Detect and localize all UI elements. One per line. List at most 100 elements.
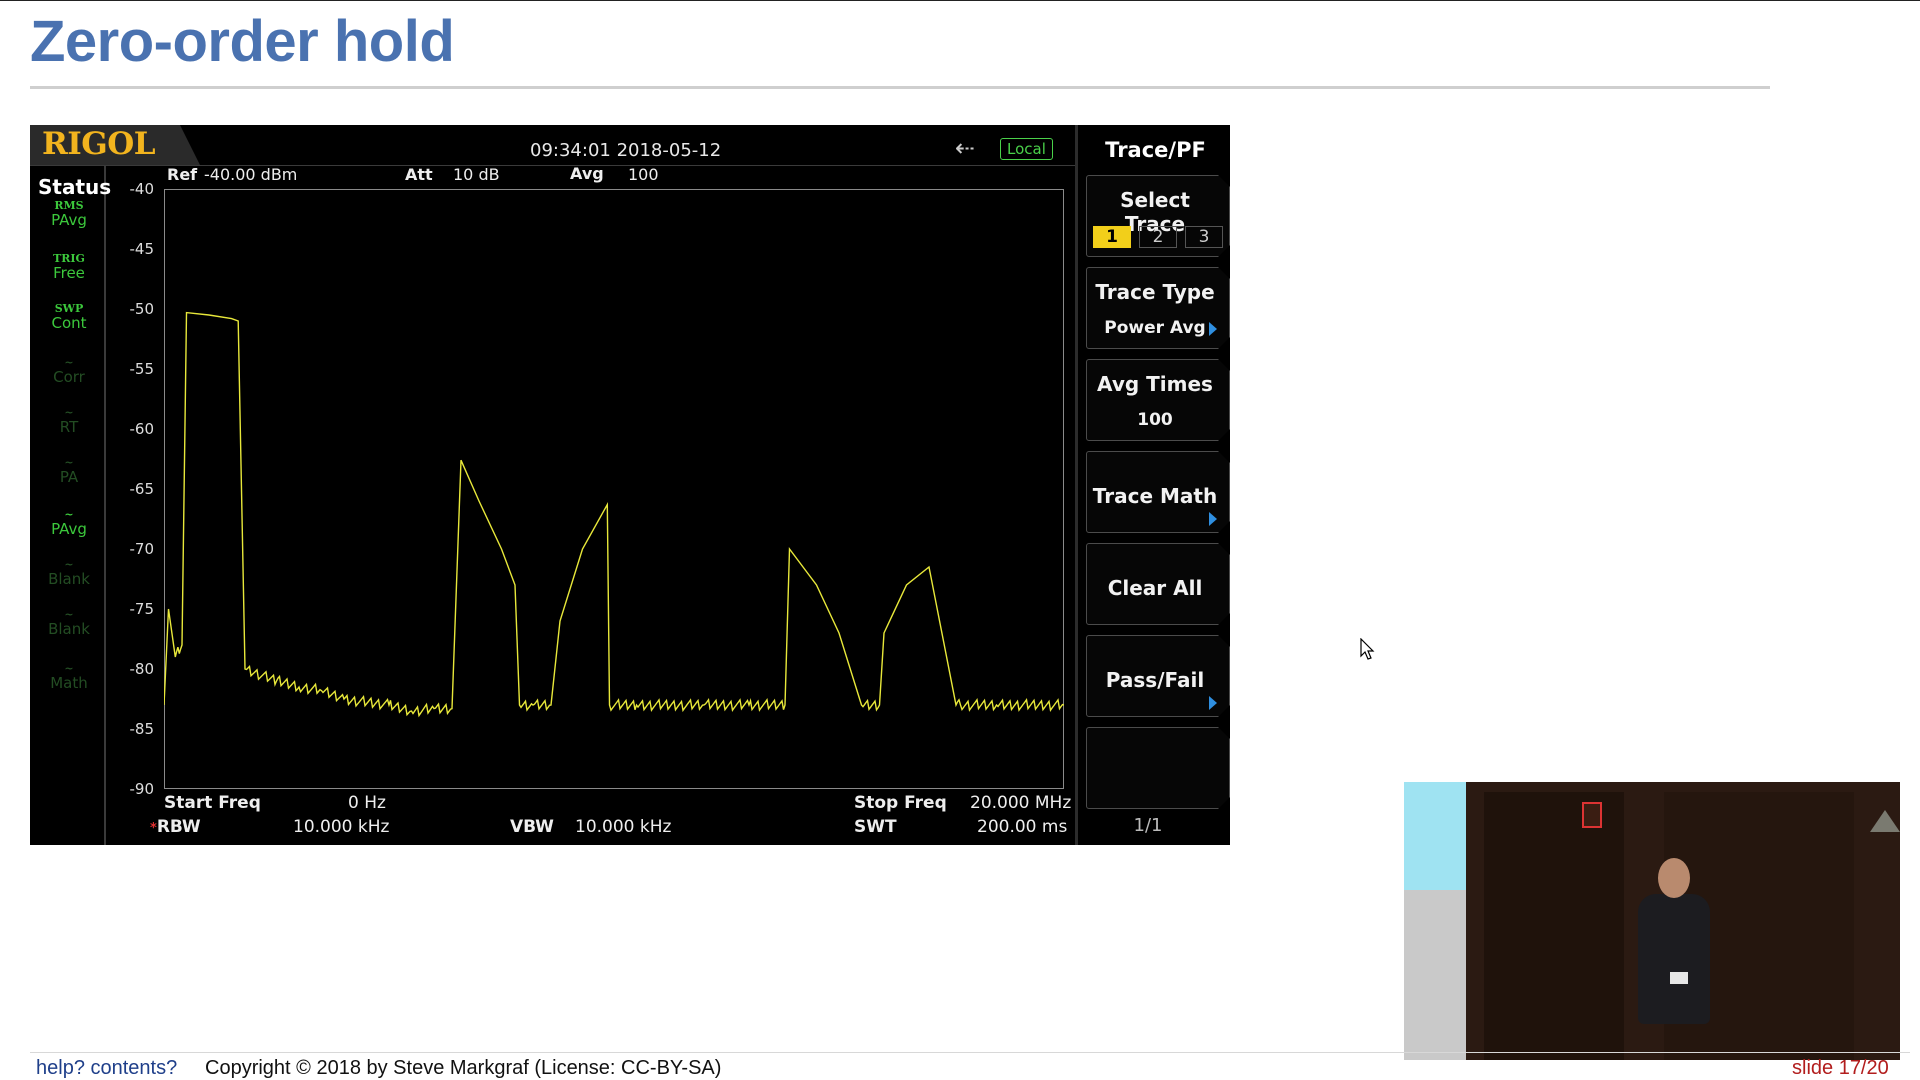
speaker-body (1638, 894, 1710, 1024)
status-item-label: Free (53, 264, 85, 282)
status-item-blank: ~ Blank (38, 609, 100, 637)
select-trace-softkey[interactable]: Select Trace 1 2 3 (1086, 175, 1230, 257)
avg-times-value: 100 (1137, 410, 1173, 430)
contents-link[interactable]: contents? (91, 1057, 178, 1079)
rbw-label: *RBW (150, 817, 201, 837)
swt-label: SWT (854, 817, 897, 837)
door (1484, 792, 1624, 1060)
status-item-icon: ~ (64, 608, 74, 621)
trace-2-option[interactable]: 2 (1139, 226, 1177, 248)
status-item-rt: ~ RT (38, 407, 100, 435)
softkey-menu: Trace/PF Select Trace 1 2 3 Trace Type P… (1075, 125, 1230, 845)
slide-title: Zero-order hold (30, 9, 455, 74)
rbw-value: 10.000 kHz (293, 817, 390, 837)
status-item-label: PAvg (51, 520, 87, 538)
exit-sign-icon (1582, 802, 1602, 828)
y-tick-label: -70 (129, 540, 155, 558)
ref-value: -40.00 dBm (204, 165, 298, 184)
analyzer-datetime: 09:34:01 2018-05-12 (530, 140, 722, 161)
trace-type-value: Power Avg (1104, 318, 1206, 338)
trace-type-label: Trace Type (1095, 280, 1215, 304)
copyright-notice: Copyright © 2018 by Steve Markgraf (Lice… (205, 1057, 722, 1079)
clear-all-softkey[interactable]: Clear All (1086, 543, 1230, 625)
status-item-icon: RMS (54, 199, 84, 212)
status-item-label: Cont (51, 314, 87, 332)
top-border (0, 0, 1920, 1)
spectrum-analyzer-screenshot: RIGOL 09:34:01 2018-05-12 ⇠ Local Status… (30, 125, 1230, 845)
trace-math-label: Trace Math (1092, 484, 1218, 508)
status-item-corr: ~ Corr (38, 357, 100, 385)
stop-freq-value: 20.000 MHz (970, 793, 1072, 813)
status-item-label: Corr (53, 368, 85, 386)
usb-icon: ⇠ (955, 134, 976, 162)
status-item-pa: ~ PA (38, 457, 100, 485)
title-divider (30, 86, 1770, 89)
submenu-arrow-icon (1209, 512, 1217, 526)
wall (1404, 890, 1466, 1060)
status-item-blank: ~ Blank (38, 559, 100, 587)
att-value: 10 dB (453, 165, 500, 184)
y-tick-label: -60 (129, 420, 155, 438)
stop-freq-label: Stop Freq (854, 793, 947, 813)
status-item-pavg: RMS PAvg (38, 200, 100, 228)
status-item-free: TRIG Free (38, 253, 100, 281)
start-freq-label: Start Freq (164, 793, 261, 813)
help-link[interactable]: help? (36, 1057, 85, 1079)
status-item-icon: TRIG (53, 252, 85, 265)
speaker-video-inset (1404, 782, 1900, 1060)
status-item-pavg: ~ PAvg (38, 509, 100, 537)
avg-label: Avg (570, 164, 604, 183)
status-item-math: ~ Math (38, 663, 100, 691)
status-item-icon: ~ (64, 558, 74, 571)
menu-title: Trace/PF (1105, 138, 1206, 162)
pass-fail-softkey[interactable]: Pass/Fail (1086, 635, 1230, 717)
trace-math-softkey[interactable]: Trace Math (1086, 451, 1230, 533)
status-item-icon: ~ (64, 406, 74, 419)
y-tick-label: -50 (129, 300, 155, 318)
trace-1-option[interactable]: 1 (1093, 226, 1131, 248)
pass-fail-label: Pass/Fail (1105, 668, 1205, 692)
y-tick-label: -75 (129, 600, 155, 618)
rbw-manual-marker: * (150, 821, 157, 836)
trace-type-softkey[interactable]: Trace Type Power Avg (1086, 267, 1230, 349)
submenu-arrow-icon (1209, 322, 1217, 336)
status-item-label: Math (50, 674, 88, 692)
footer-divider (30, 1052, 1910, 1053)
status-item-icon: ~ (64, 508, 74, 521)
slide-number: slide 17/20 (1792, 1057, 1889, 1079)
status-item-label: Blank (48, 570, 90, 588)
avg-times-softkey[interactable]: Avg Times 100 (1086, 359, 1230, 441)
menu-page-indicator: 1/1 (1133, 815, 1163, 836)
empty-softkey[interactable] (1086, 727, 1230, 809)
avg-times-label: Avg Times (1097, 372, 1213, 396)
status-item-label: PA (59, 468, 79, 486)
y-tick-label: -65 (129, 480, 155, 498)
trace-3-option[interactable]: 3 (1185, 226, 1223, 248)
brand-name: RIGOL (42, 126, 156, 162)
att-label: Att (405, 165, 433, 184)
status-header: Status (38, 175, 112, 199)
status-item-label: PAvg (51, 211, 87, 229)
status-item-icon: ~ (64, 456, 74, 469)
projector-screen (1404, 782, 1466, 890)
swt-value: 200.00 ms (977, 817, 1068, 837)
name-badge (1670, 972, 1688, 984)
y-tick-label: -45 (129, 240, 155, 258)
y-tick-label: -40 (129, 180, 155, 198)
status-column: Status RMS PAvg TRIG Free SWP Cont ~ Corr ~ RT ~ PA… (30, 165, 111, 845)
lamp-icon (1870, 810, 1900, 832)
vbw-label: VBW (510, 817, 554, 837)
clear-all-label: Clear All (1107, 576, 1203, 600)
ref-label: Ref (167, 165, 198, 184)
avg-value: 100 (628, 165, 659, 184)
vbw-value: 10.000 kHz (575, 817, 672, 837)
start-freq-value: 0 Hz (348, 793, 386, 813)
submenu-arrow-icon (1209, 696, 1217, 710)
status-item-icon: SWP (54, 302, 84, 315)
status-item-cont: SWP Cont (38, 303, 100, 331)
mouse-pointer-icon (1360, 638, 1375, 660)
footer-nav: help? contents? (36, 1057, 177, 1080)
status-item-icon: ~ (64, 662, 74, 675)
y-tick-label: -85 (129, 720, 155, 738)
y-tick-label: -80 (129, 660, 155, 678)
